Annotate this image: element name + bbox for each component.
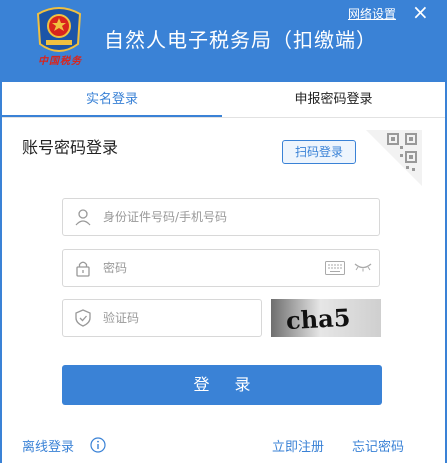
captcha-field: [62, 299, 262, 337]
user-icon: [75, 209, 91, 226]
tab-real-name-login[interactable]: 实名登录: [2, 82, 222, 117]
captcha-text: cha5: [285, 303, 351, 335]
shield-icon: [75, 309, 91, 327]
register-link[interactable]: 立即注册: [272, 436, 324, 455]
app-title: 自然人电子税务局（扣缴端）: [104, 28, 377, 52]
id-field: [62, 198, 380, 236]
password-field: [62, 249, 380, 287]
section-title: 账号密码登录: [22, 138, 119, 157]
network-settings-link[interactable]: 网络设置: [348, 5, 396, 22]
lock-icon: [76, 261, 90, 277]
info-icon[interactable]: [90, 437, 106, 453]
close-button[interactable]: ×: [412, 1, 429, 23]
offline-login-link[interactable]: 离线登录: [22, 436, 74, 455]
password-input[interactable]: [103, 258, 313, 278]
captcha-image[interactable]: cha5: [271, 299, 381, 337]
window-border-left: [0, 82, 2, 463]
captcha-input[interactable]: [103, 308, 243, 328]
keyboard-icon[interactable]: [325, 261, 345, 275]
qr-login-tip[interactable]: 扫码登录: [282, 140, 356, 164]
id-input[interactable]: [103, 207, 313, 227]
eye-closed-icon[interactable]: [354, 262, 372, 272]
forgot-password-link[interactable]: 忘记密码: [352, 436, 404, 455]
login-tabs: 实名登录 申报密码登录: [2, 82, 445, 118]
login-button[interactable]: 登 录: [62, 365, 382, 405]
qr-code-icon[interactable]: [366, 130, 422, 186]
tax-logo-text: 中国税务: [38, 56, 82, 67]
app-header: 中国税务 自然人电子税务局（扣缴端） 网络设置 ×: [0, 0, 447, 82]
tab-declaration-password-login[interactable]: 申报密码登录: [222, 82, 445, 117]
